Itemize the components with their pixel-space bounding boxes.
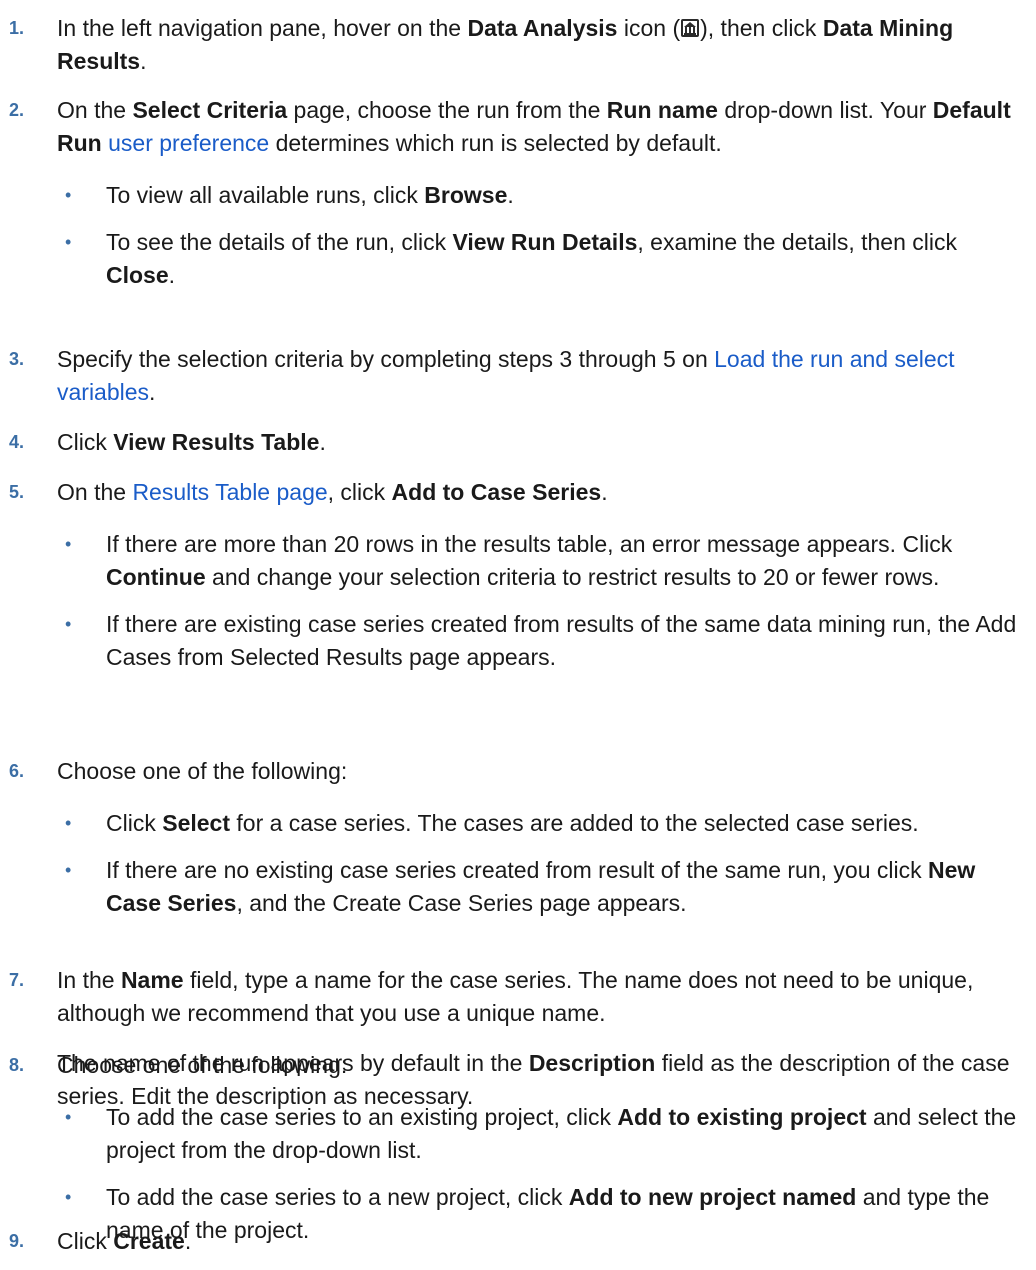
step-number: 2.: [9, 100, 25, 120]
ui-term: Add to existing project: [617, 1104, 867, 1130]
ui-term: Name: [120, 967, 184, 993]
step-text: field, type a name for the case series. …: [57, 967, 974, 1026]
step-text: for a case series. The cases are added t…: [230, 810, 919, 836]
step-5: 5. On the Results Table page, click Add …: [0, 476, 1030, 674]
ui-term: Data Analysis: [467, 15, 618, 41]
step-text: On the: [57, 479, 133, 505]
step-text: , and the Create Case Series page appear…: [236, 890, 687, 916]
ui-term: View Results Table: [113, 429, 320, 455]
step-text: To see the details of the run, click: [106, 229, 453, 255]
bullet-marker: •: [65, 185, 72, 205]
step-text: ), then click: [700, 15, 823, 41]
ui-term: Close: [106, 262, 169, 288]
ui-term: Continue: [106, 564, 206, 590]
step-text: Choose one of the following:: [57, 758, 348, 784]
step-text: To add the case series to an existing pr…: [106, 1104, 618, 1130]
bullet-item: • If there are no existing case series c…: [57, 854, 1026, 920]
bullet-marker: •: [65, 1187, 72, 1207]
step-text: determines which run is selected by defa…: [269, 130, 722, 156]
ui-term: View Run Details: [452, 229, 638, 255]
ui-term: Run name: [606, 97, 718, 123]
bullet-item: • To view all available runs, click Brow…: [57, 179, 1026, 212]
step-1: 1. In the left navigation pane, hover on…: [0, 12, 1030, 78]
step-text: On the: [57, 97, 133, 123]
bullet-marker: •: [65, 860, 72, 880]
step-text: .: [319, 429, 326, 455]
step-text: .: [507, 182, 514, 208]
step-text: In the: [57, 967, 121, 993]
bullet-item: • If there are more than 20 rows in the …: [57, 528, 1026, 594]
step-number: 5.: [9, 482, 25, 502]
step-text: .: [168, 262, 176, 288]
step-number: 4.: [9, 432, 25, 452]
step-9: 9. Click Create.: [0, 1225, 1030, 1258]
step-text: .: [149, 379, 156, 405]
ui-term: Add to Case Series: [391, 479, 602, 505]
step-text: Choose one of the following:: [57, 1052, 348, 1078]
bullet-item: • If there are existing case series crea…: [57, 608, 1026, 674]
step-number: 8.: [9, 1055, 25, 1075]
step-4: 4. Click View Results Table.: [0, 426, 1030, 459]
ui-term: Select: [162, 810, 230, 836]
step-text: If there are more than 20 rows in the re…: [106, 531, 953, 557]
step-text: Click: [106, 810, 163, 836]
step-text: and change your selection criteria to re…: [205, 564, 940, 590]
results-table-page-link[interactable]: Results Table page: [132, 479, 327, 505]
bullet-marker: •: [65, 813, 72, 833]
step-text: , click: [327, 479, 392, 505]
step-paragraph: In the Name field, type a name for the c…: [57, 964, 1026, 1030]
step-text: .: [184, 1228, 192, 1254]
step-6: 6. Choose one of the following: • Click …: [0, 755, 1030, 920]
step-number: 6.: [9, 761, 25, 781]
step-text: Click: [57, 429, 114, 455]
step-text: Specify the selection criteria by comple…: [57, 346, 715, 372]
bullet-marker: •: [65, 1107, 72, 1127]
step-paragraph: Choose one of the following:: [57, 755, 1026, 788]
step-number: 3.: [9, 349, 25, 369]
step-text: .: [601, 479, 608, 505]
step-paragraph: On the Select Criteria page, choose the …: [57, 94, 1026, 160]
step-text: To add the case series to a new project,…: [106, 1184, 569, 1210]
bullet-item: • Click Select for a case series. The ca…: [57, 807, 1026, 840]
step-8: 8. Choose one of the following: • To add…: [0, 1049, 1030, 1247]
ui-term: Select Criteria: [132, 97, 288, 123]
step-2: 2. On the Select Criteria page, choose t…: [0, 94, 1030, 292]
step-number: 7.: [9, 970, 25, 990]
step-text: To view all available runs, click: [106, 182, 425, 208]
bullet-item: • To add the case series to an existing …: [57, 1101, 1026, 1167]
ui-term: Create: [113, 1228, 185, 1254]
step-number: 1.: [9, 18, 25, 38]
step-text: Click: [57, 1228, 114, 1254]
ui-term: Browse: [424, 182, 508, 208]
step-text: .: [140, 48, 147, 74]
ui-term: Add to new project named: [568, 1184, 857, 1210]
step-text: page, choose the run from the: [287, 97, 607, 123]
step-text: icon (: [617, 15, 681, 41]
step-3: 3. Specify the selection criteria by com…: [0, 343, 1030, 409]
step-text: If there are existing case series create…: [106, 611, 1017, 670]
step-text: drop-down list. Your: [717, 97, 933, 123]
data-analysis-icon: [680, 15, 700, 37]
step-paragraph: Choose one of the following:: [57, 1049, 1026, 1082]
bullet-marker: •: [65, 232, 72, 252]
step-paragraph: On the Results Table page, click Add to …: [57, 476, 1026, 509]
step-text: , examine the details, then click: [637, 229, 957, 255]
step-text: If there are no existing case series cre…: [106, 857, 928, 883]
bullet-marker: •: [65, 614, 72, 634]
step-number: 9.: [9, 1231, 25, 1251]
bullet-item: • To see the details of the run, click V…: [57, 226, 1026, 292]
bullet-marker: •: [65, 534, 72, 554]
step-text: In the left navigation pane, hover on th…: [57, 15, 468, 41]
user-preference-link[interactable]: user preference: [108, 130, 269, 156]
